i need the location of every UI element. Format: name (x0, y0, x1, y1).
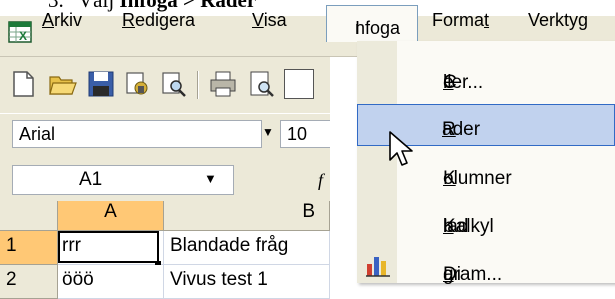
svg-text:X: X (19, 29, 27, 43)
menu-visa[interactable]: Visa (252, 10, 287, 34)
instruction-prefix: Välj (78, 0, 115, 12)
permission-icon[interactable] (122, 69, 152, 99)
column-header-b[interactable]: B (164, 201, 330, 231)
menu-item-diagram[interactable]: Di a gram... (357, 248, 615, 288)
menu-infoga[interactable]: Infoga (326, 5, 418, 42)
new-document-icon[interactable] (8, 69, 38, 99)
toolbar-separator (197, 71, 199, 99)
menu-redigera[interactable]: Redigera (122, 10, 195, 34)
menu-item-celler[interactable]: Ce ller... (357, 56, 615, 96)
search-document-icon[interactable] (158, 69, 188, 99)
row-header-1[interactable]: 1 (0, 231, 58, 265)
font-size-select[interactable]: 10 (280, 120, 330, 148)
print-icon[interactable] (208, 69, 238, 99)
open-folder-icon[interactable] (48, 69, 78, 99)
excel-icon[interactable]: X (8, 21, 32, 43)
print-preview-icon[interactable] (246, 69, 276, 99)
font-name-value: Arial (19, 124, 56, 144)
font-size-value: 10 (287, 124, 308, 144)
chart-icon (366, 257, 390, 277)
font-name-select[interactable]: Arial (12, 120, 262, 148)
cell-b1[interactable]: Blandade fråg (164, 231, 330, 265)
save-icon[interactable] (86, 69, 116, 99)
cell-selection-border (58, 231, 159, 263)
chevron-down-icon[interactable]: ▼ (204, 171, 217, 186)
cell-b2[interactable]: Vivus test 1 (164, 265, 330, 299)
menu-verktyg[interactable]: Verktyg (528, 10, 588, 34)
mouse-cursor-icon (389, 131, 413, 166)
name-box-value: A1 (79, 169, 103, 190)
chevron-down-icon[interactable]: ▼ (262, 125, 274, 139)
name-box[interactable]: A1 (12, 165, 234, 195)
select-all-corner[interactable] (0, 201, 58, 231)
menu-arkiv[interactable]: Arkiv (42, 10, 82, 34)
spelling-icon[interactable] (284, 69, 314, 99)
row-header-2[interactable]: 2 (0, 265, 58, 299)
function-icon[interactable]: f (318, 170, 323, 191)
menu-item-kalkylblad[interactable]: Kalkyl b lad (357, 200, 615, 240)
column-header-a[interactable]: A (58, 201, 164, 231)
menu-format[interactable]: Format (432, 10, 489, 34)
cell-a2[interactable]: ööö (58, 265, 164, 299)
